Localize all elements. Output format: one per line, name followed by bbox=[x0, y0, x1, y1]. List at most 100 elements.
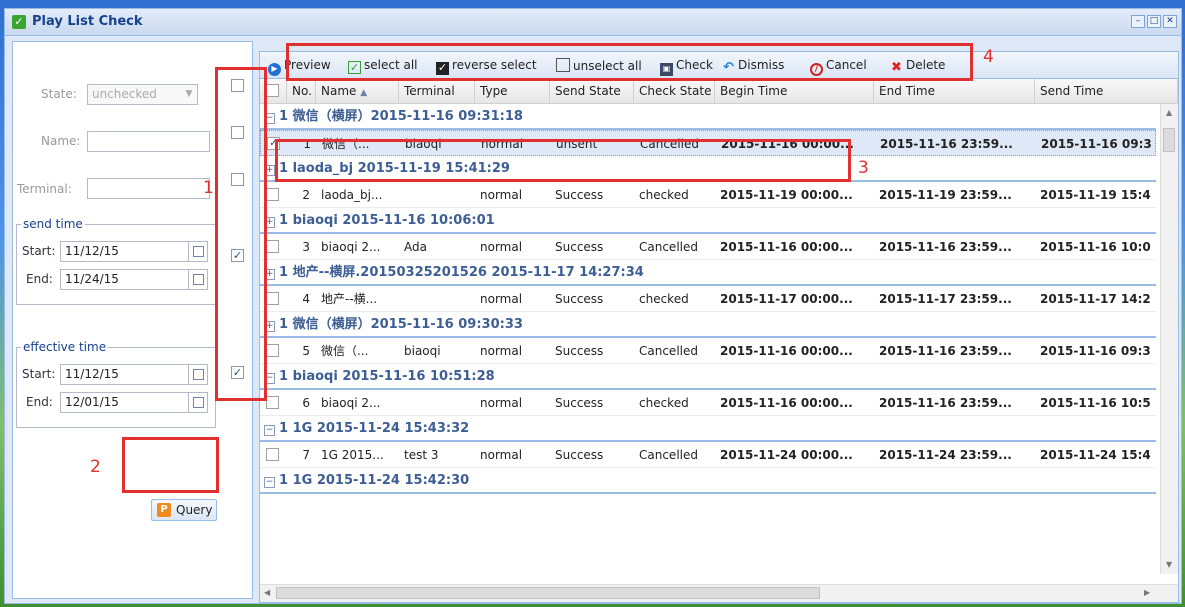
row-checkbox[interactable] bbox=[266, 344, 279, 357]
cell-no: 3 bbox=[302, 240, 310, 254]
row-checkbox[interactable] bbox=[266, 188, 279, 201]
header-name[interactable]: Name ▲ bbox=[316, 79, 399, 103]
cell-begin-time: 2015-11-19 00:00... bbox=[720, 188, 853, 202]
cell-no: 4 bbox=[302, 292, 310, 306]
send-end-date-field[interactable]: 11/24/15 bbox=[60, 269, 208, 290]
header-end-time[interactable]: End Time bbox=[874, 79, 1035, 103]
group-header[interactable]: +1 biaoqi 2015-11-16 10:06:01 bbox=[260, 208, 1156, 234]
effective-end-date-field[interactable]: 12/01/15 bbox=[60, 392, 208, 413]
group-title: 1 1G 2015-11-24 15:42:30 bbox=[279, 473, 470, 488]
row-checkbox[interactable] bbox=[266, 240, 279, 253]
calendar-icon[interactable] bbox=[188, 270, 207, 289]
header-begin-time[interactable]: Begin Time bbox=[715, 79, 874, 103]
cell-name: biaoqi 2... bbox=[321, 240, 381, 254]
table-row[interactable]: 5 微信（... biaoqi normal Success Cancelled 2015-… bbox=[260, 338, 1156, 364]
terminal-field[interactable] bbox=[87, 178, 210, 199]
calendar-icon[interactable] bbox=[188, 365, 207, 384]
expand-collapse-icon[interactable]: − bbox=[264, 425, 275, 436]
row-checkbox[interactable] bbox=[266, 448, 279, 461]
annotation-number-3: 3 bbox=[858, 158, 869, 178]
maximize-button[interactable]: □ bbox=[1147, 15, 1161, 28]
header-terminal[interactable]: Terminal bbox=[399, 79, 475, 103]
cell-end-time: 2015-11-17 23:59... bbox=[879, 292, 1012, 306]
cell-type: normal bbox=[480, 344, 523, 358]
name-field[interactable] bbox=[87, 131, 210, 152]
group-title: 1 1G 2015-11-24 15:43:32 bbox=[279, 421, 470, 436]
cell-check-state: checked bbox=[639, 188, 689, 202]
play-list-check-window: ✓ Play List Check – □ ✕ State: unchecked… bbox=[4, 8, 1182, 604]
table-row[interactable]: 7 1G 2015... test 3 normal Success Cancelled 2… bbox=[260, 442, 1156, 468]
cell-begin-time: 2015-11-16 00:00... bbox=[720, 396, 853, 410]
cell-send-time: 2015-11-17 14:2 bbox=[1040, 292, 1151, 306]
cell-check-state: Cancelled bbox=[639, 344, 698, 358]
cell-terminal: biaoqi bbox=[404, 344, 441, 358]
cell-name: biaoqi 2... bbox=[321, 396, 381, 410]
group-header[interactable]: −1 1G 2015-11-24 15:43:32 bbox=[260, 416, 1156, 442]
calendar-icon[interactable] bbox=[188, 242, 207, 261]
calendar-icon[interactable] bbox=[188, 393, 207, 412]
horizontal-scrollbar[interactable]: ◀ ▶ bbox=[260, 584, 1178, 602]
cell-check-state: Cancelled bbox=[639, 448, 698, 462]
group-header[interactable]: +1 微信（横屏）2015-11-16 09:30:33 bbox=[260, 312, 1156, 338]
cell-terminal: test 3 bbox=[404, 448, 439, 462]
group-title: 1 biaoqi 2015-11-16 10:06:01 bbox=[279, 213, 495, 228]
query-button[interactable]: P Query bbox=[151, 499, 217, 521]
terminal-label: Terminal: bbox=[17, 182, 72, 196]
cell-send-state: Success bbox=[555, 240, 604, 254]
vertical-scrollbar[interactable]: ▲ ▼ bbox=[1160, 104, 1178, 574]
check-icon: ✓ bbox=[12, 15, 26, 29]
cell-type: normal bbox=[480, 188, 523, 202]
group-header[interactable]: −1 1G 2015-11-24 15:42:30 bbox=[260, 468, 1156, 494]
cell-end-time: 2015-11-16 23:59... bbox=[879, 240, 1012, 254]
scroll-right-icon[interactable]: ▶ bbox=[1144, 588, 1150, 597]
cell-end-time: 2015-11-24 23:59... bbox=[879, 448, 1012, 462]
cell-send-state: Success bbox=[555, 292, 604, 306]
grid-header: No. Name ▲ Terminal Type Send State Chec… bbox=[260, 79, 1178, 104]
query-icon: P bbox=[157, 503, 171, 517]
minimize-button[interactable]: – bbox=[1131, 15, 1145, 28]
cell-send-time: 2015-11-16 09:3 bbox=[1041, 137, 1152, 151]
group-header[interactable]: −1 biaoqi 2015-11-16 10:51:28 bbox=[260, 364, 1156, 390]
effective-time-legend: effective time bbox=[21, 340, 109, 354]
annotation-number-2: 2 bbox=[90, 457, 101, 477]
group-header[interactable]: −1 微信（横屏）2015-11-16 09:31:18 bbox=[260, 104, 1156, 130]
table-row[interactable]: 2 laoda_bj... normal Success checked 2015-11-… bbox=[260, 182, 1156, 208]
close-button[interactable]: ✕ bbox=[1163, 15, 1177, 28]
query-label: Query bbox=[176, 503, 213, 517]
expand-collapse-icon[interactable]: − bbox=[264, 477, 275, 488]
cell-type: normal bbox=[480, 240, 523, 254]
effective-start-date-field[interactable]: 11/12/15 bbox=[60, 364, 208, 385]
row-checkbox[interactable] bbox=[266, 396, 279, 409]
table-row[interactable]: 6 biaoqi 2... normal Success checked 2015-11-… bbox=[260, 390, 1156, 416]
header-type[interactable]: Type bbox=[475, 79, 550, 103]
annotation-box-4 bbox=[286, 43, 973, 81]
table-row[interactable]: 3 biaoqi 2... Ada normal Success Cancelled 201… bbox=[260, 234, 1156, 260]
header-send-state[interactable]: Send State bbox=[550, 79, 634, 103]
header-send-time[interactable]: Send Time bbox=[1035, 79, 1178, 103]
group-header[interactable]: +1 地产--横屏.20150325201526 2015-11-17 14:2… bbox=[260, 260, 1156, 286]
vertical-scroll-thumb[interactable] bbox=[1163, 128, 1175, 152]
cell-begin-time: 2015-11-17 00:00... bbox=[720, 292, 853, 306]
state-select[interactable]: unchecked ▼ bbox=[87, 84, 198, 105]
scroll-down-icon[interactable]: ▼ bbox=[1166, 560, 1172, 569]
header-check-state[interactable]: Check State bbox=[634, 79, 715, 103]
cell-begin-time: 2015-11-16 00:00... bbox=[720, 344, 853, 358]
cell-no: 6 bbox=[302, 396, 310, 410]
scroll-left-icon[interactable]: ◀ bbox=[264, 588, 270, 597]
send-start-date-field[interactable]: 11/12/15 bbox=[60, 241, 208, 262]
cell-type: normal bbox=[480, 292, 523, 306]
header-no[interactable]: No. bbox=[287, 79, 316, 103]
table-row[interactable]: 4 地产--横... normal Success checked 2015-11-17 … bbox=[260, 286, 1156, 312]
scroll-up-icon[interactable]: ▲ bbox=[1166, 108, 1172, 117]
cell-terminal bbox=[399, 182, 475, 208]
sort-ascending-icon: ▲ bbox=[360, 88, 368, 98]
effective-time-fieldset: effective time Start: 11/12/15 End: 12/0… bbox=[16, 340, 216, 428]
cell-check-state: checked bbox=[639, 292, 689, 306]
cell-check-state: Cancelled bbox=[639, 240, 698, 254]
group-title: 1 微信（横屏）2015-11-16 09:30:33 bbox=[279, 317, 523, 332]
horizontal-scroll-thumb[interactable] bbox=[276, 587, 820, 599]
chevron-down-icon[interactable]: ▼ bbox=[181, 85, 197, 104]
effective-start-label: Start: bbox=[22, 367, 56, 381]
group-title: 1 biaoqi 2015-11-16 10:51:28 bbox=[279, 369, 495, 384]
row-checkbox[interactable] bbox=[266, 292, 279, 305]
